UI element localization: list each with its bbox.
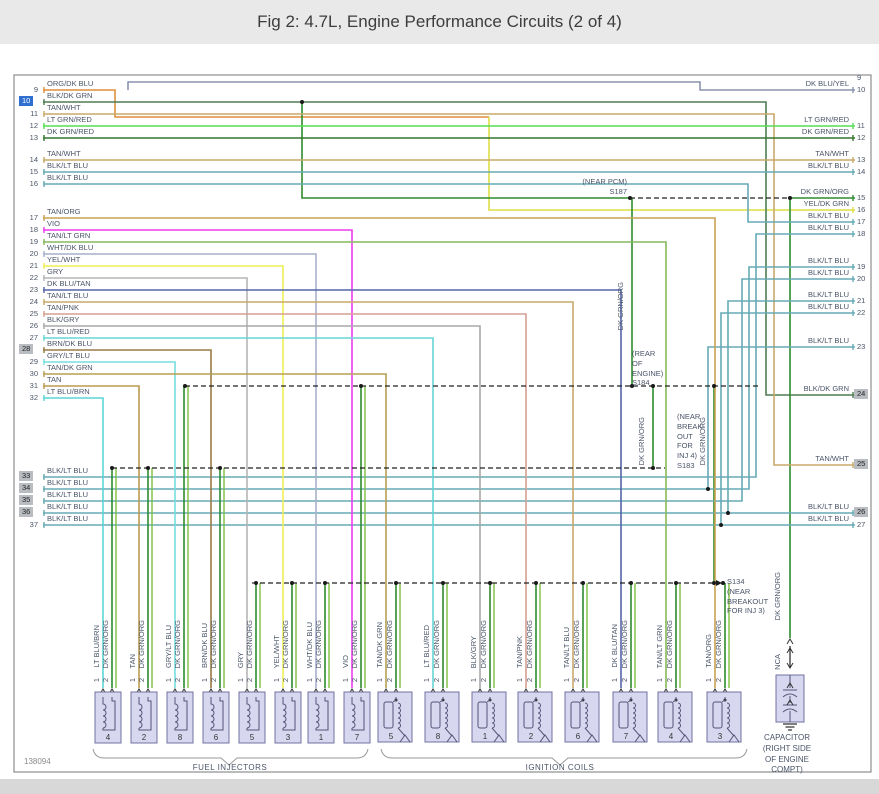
injector-cylinder-number: 6 xyxy=(214,733,219,742)
splice-dot xyxy=(630,384,634,388)
coil-cylinder-number: 3 xyxy=(718,732,723,741)
wiring-diagram-page: Fig 2: 4.7L, Engine Performance Circuits… xyxy=(0,0,879,794)
splice-dot xyxy=(394,581,398,585)
splice-dot xyxy=(721,581,725,585)
splice-dot xyxy=(719,523,723,527)
wire-coil-1-pin1 xyxy=(43,325,481,688)
splice-dot xyxy=(651,384,655,388)
splice-dot xyxy=(706,487,710,491)
bottom-gray-bar xyxy=(0,779,879,794)
coil-cylinder-number: 8 xyxy=(436,732,441,741)
wiring-diagram-svg: 4 2 8 6 5 3 1 7 5 8 1 2 6 7 4 3 xyxy=(13,74,872,773)
splice-dot xyxy=(323,581,327,585)
wire xyxy=(43,233,855,478)
injector-cylinder-number: 4 xyxy=(106,733,111,742)
splice-dot xyxy=(183,384,187,388)
injector-cylinder-number: 8 xyxy=(178,733,183,742)
splice-dot xyxy=(674,581,678,585)
injector-cylinder-number: 1 xyxy=(319,733,324,742)
wire xyxy=(43,89,489,118)
wire-injector-1-pin1 xyxy=(43,253,317,688)
splice-dot xyxy=(629,581,633,585)
splice-dot xyxy=(581,581,585,585)
wire-injector-7-pin1 xyxy=(43,229,353,688)
splice-dot xyxy=(651,466,655,470)
wire xyxy=(727,300,855,513)
splice-dot xyxy=(712,384,716,388)
splice-dot xyxy=(110,466,114,470)
splice-dot xyxy=(628,196,632,200)
injector-cylinder-number: 7 xyxy=(355,733,360,742)
splice-dot xyxy=(218,466,222,470)
splice-dot xyxy=(712,581,716,585)
coil-cylinder-number: 2 xyxy=(529,732,534,741)
coil-cylinder-number: 6 xyxy=(576,732,581,741)
wire xyxy=(43,183,855,223)
wire-injector-5-pin1 xyxy=(43,277,248,688)
wire xyxy=(707,346,855,489)
connector-arrow-icon xyxy=(786,638,794,645)
fuel-injectors-brace xyxy=(92,748,369,766)
injector-cylinder-number: 5 xyxy=(250,733,255,742)
wire-injector-2-pin1 xyxy=(43,385,140,688)
coil-cylinder-number: 7 xyxy=(624,732,629,741)
splice-dot xyxy=(788,196,792,200)
wire-injector-6-pin1 xyxy=(43,349,212,688)
coil-cylinder-number: 1 xyxy=(483,732,488,741)
splice-dot xyxy=(254,581,258,585)
wire-coil-5-pin1 xyxy=(43,373,387,688)
wire xyxy=(488,117,855,211)
splice-dot xyxy=(290,581,294,585)
wire-coil-3-pin1 xyxy=(43,217,716,688)
splice-dot xyxy=(488,581,492,585)
wire xyxy=(43,101,855,396)
splice-dot xyxy=(146,466,150,470)
splice-dot xyxy=(534,581,538,585)
wire xyxy=(720,312,855,525)
splice-dot xyxy=(726,511,730,515)
splice-dot xyxy=(441,581,445,585)
injector-cylinder-number: 3 xyxy=(286,733,291,742)
splice-dot xyxy=(359,384,363,388)
splice-dot xyxy=(300,100,304,104)
ignition-coils-brace xyxy=(380,748,748,766)
ground-icon xyxy=(783,723,797,731)
coil-cylinder-number: 5 xyxy=(389,732,394,741)
coil-cylinder-number: 4 xyxy=(669,732,674,741)
injector-cylinder-number: 2 xyxy=(142,733,147,742)
wire xyxy=(127,81,855,91)
wire-injector-4-pin1 xyxy=(43,397,104,688)
